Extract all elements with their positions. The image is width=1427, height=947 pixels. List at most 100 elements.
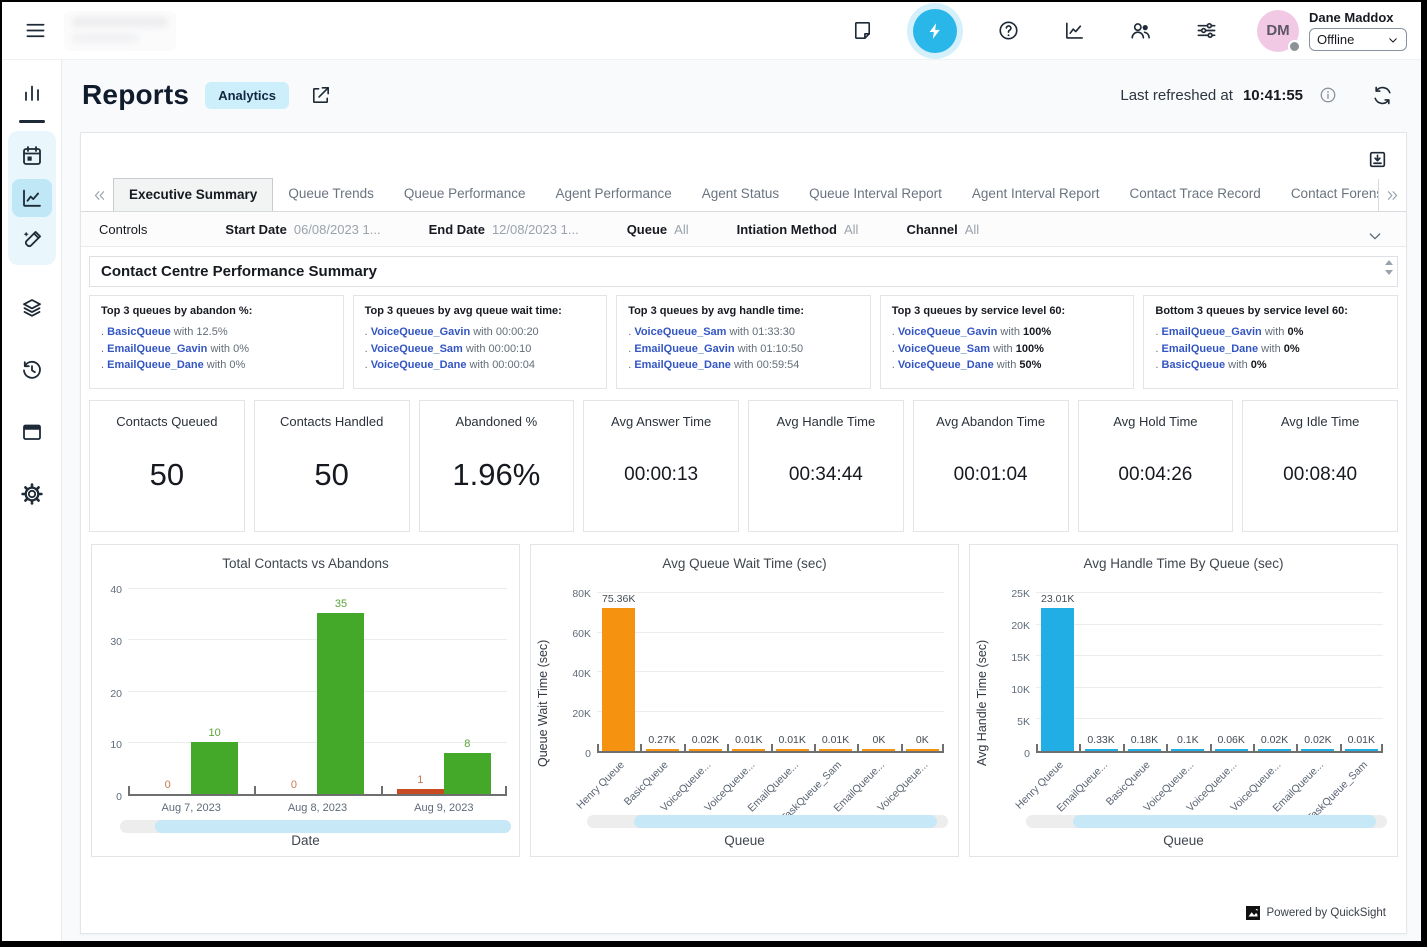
bar[interactable]	[819, 749, 852, 751]
queue-link[interactable]: VoiceQueue_Gavin	[371, 326, 470, 338]
tabs-scroll-right-button[interactable]	[1378, 179, 1406, 211]
bar[interactable]	[602, 608, 635, 751]
bar[interactable]	[444, 753, 491, 794]
bar[interactable]	[1215, 749, 1248, 751]
top-bar: DM Dane Maddox Offline	[2, 2, 1421, 60]
bar[interactable]	[397, 789, 444, 794]
control-filter[interactable]: Intiation MethodAll	[737, 222, 859, 237]
control-filter[interactable]: ChannelAll	[906, 222, 979, 237]
tab-agent-interval-report[interactable]: Agent Interval Report	[957, 178, 1115, 211]
chart-scrollbar-thumb[interactable]	[1073, 815, 1376, 828]
queue-link[interactable]: EmailQueue_Dane	[107, 359, 204, 371]
bar[interactable]	[1171, 749, 1204, 751]
queue-link[interactable]: VoiceQueue_Sam	[371, 343, 463, 355]
controls-expand-button[interactable]	[1360, 221, 1390, 251]
chart-scrollbar[interactable]	[587, 815, 948, 828]
chart-scrollbar-thumb[interactable]	[155, 820, 511, 833]
tab-queue-interval-report[interactable]: Queue Interval Report	[794, 178, 957, 211]
bar[interactable]	[906, 749, 939, 751]
filter-label: Channel	[906, 222, 957, 237]
bar[interactable]	[646, 749, 679, 751]
bar-slot: 0.01K	[814, 593, 857, 751]
queue-link[interactable]: EmailQueue_Dane	[634, 359, 731, 371]
bar-value-label: 8	[464, 738, 470, 750]
bar[interactable]	[1345, 749, 1378, 751]
sidebar-item-layers[interactable]	[12, 289, 52, 327]
tab-agent-performance[interactable]: Agent Performance	[540, 178, 686, 211]
menu-icon[interactable]	[20, 16, 50, 46]
bar[interactable]	[1041, 608, 1074, 751]
control-filter[interactable]: End Date12/08/2023 1...	[429, 222, 579, 237]
bar[interactable]	[1301, 749, 1334, 751]
tabs-scroll-left-button[interactable]	[85, 179, 113, 211]
sidebar-item-settings[interactable]	[12, 475, 52, 513]
preferences-icon[interactable]	[1191, 16, 1221, 46]
bar[interactable]	[862, 749, 895, 751]
bar[interactable]	[776, 749, 809, 751]
control-filter[interactable]: QueueAll	[627, 222, 689, 237]
bar[interactable]	[1085, 749, 1118, 751]
filter-label: Start Date	[225, 222, 286, 237]
queue-link[interactable]: VoiceQueue_Dane	[371, 359, 467, 371]
queue-link[interactable]: EmailQueue_Gavin	[634, 343, 734, 355]
status-select[interactable]: Offline	[1309, 28, 1407, 51]
metrics-icon[interactable]	[1059, 16, 1089, 46]
queue-link[interactable]: BasicQueue	[1162, 359, 1226, 371]
tab-executive-summary[interactable]: Executive Summary	[113, 178, 273, 211]
tab-queue-trends[interactable]: Queue Trends	[273, 178, 389, 211]
sidebar-item-reports[interactable]	[12, 179, 52, 217]
bar[interactable]	[732, 749, 765, 751]
queue-link[interactable]: BasicQueue	[107, 326, 171, 338]
bar[interactable]	[1128, 749, 1161, 751]
chart-scrollbar[interactable]	[120, 820, 511, 833]
analytics-badge[interactable]: Analytics	[205, 82, 289, 109]
scroll-down-icon[interactable]	[1385, 270, 1393, 275]
bar[interactable]	[689, 749, 722, 751]
user-menu[interactable]: DM Dane Maddox Offline	[1257, 10, 1407, 52]
app-window: DM Dane Maddox Offline	[2, 2, 1421, 941]
kpi-label: Avg Abandon Time	[936, 414, 1045, 429]
kpi-card: Avg Abandon Time00:01:04	[913, 400, 1069, 532]
refresh-button[interactable]	[1367, 80, 1397, 110]
queue-link[interactable]: VoiceQueue_Gavin	[898, 326, 997, 338]
sidebar-item-history[interactable]	[12, 351, 52, 389]
download-icon[interactable]	[1362, 144, 1392, 174]
y-tick-label: 0	[557, 748, 591, 760]
info-icon[interactable]	[1313, 80, 1343, 110]
tab-strip-tabs: Executive SummaryQueue TrendsQueue Perfo…	[113, 178, 1406, 211]
insight-item: . VoiceQueue_Gavin with 100%	[892, 324, 1123, 341]
tab-agent-status[interactable]: Agent Status	[687, 178, 794, 211]
queue-link[interactable]: VoiceQueue_Sam	[634, 326, 726, 338]
window-icon	[20, 420, 44, 444]
sidebar-item-calendar[interactable]	[12, 137, 52, 175]
tab-queue-performance[interactable]: Queue Performance	[389, 178, 541, 211]
queue-link[interactable]: EmailQueue_Dane	[1162, 343, 1259, 355]
sidebar-item-metrics[interactable]	[12, 74, 52, 112]
notes-icon[interactable]	[847, 16, 877, 46]
chart-title: Avg Handle Time By Queue (sec)	[970, 556, 1397, 571]
tab-contact-trace-record[interactable]: Contact Trace Record	[1115, 178, 1276, 211]
bar[interactable]	[317, 613, 364, 794]
queue-link[interactable]: VoiceQueue_Sam	[898, 343, 990, 355]
scroll-up-icon[interactable]	[1385, 260, 1393, 265]
queue-link[interactable]: VoiceQueue_Dane	[898, 359, 994, 371]
insight-item: . VoiceQueue_Sam with 00:00:10	[365, 341, 596, 358]
bar[interactable]	[191, 742, 238, 794]
avatar[interactable]: DM	[1257, 10, 1299, 52]
queue-link[interactable]: EmailQueue_Gavin	[1162, 326, 1262, 338]
bar[interactable]	[1258, 749, 1291, 751]
chart-scrollbar-thumb[interactable]	[634, 815, 937, 828]
help-icon[interactable]	[993, 16, 1023, 46]
bar-slot: 0.02K	[1296, 593, 1339, 751]
double-chevron-right-icon	[1385, 188, 1400, 203]
y-tick-label: 25K	[996, 588, 1030, 600]
open-in-new-tab-button[interactable]	[305, 80, 335, 110]
sidebar-item-windows[interactable]	[12, 413, 52, 451]
chart-scrollbar[interactable]	[1026, 815, 1387, 828]
sidebar-item-customize[interactable]	[12, 221, 52, 259]
summary-scroll-control[interactable]	[1385, 260, 1393, 275]
lightning-button[interactable]	[913, 9, 957, 53]
control-filter[interactable]: Start Date06/08/2023 1...	[225, 222, 380, 237]
contacts-icon[interactable]	[1125, 16, 1155, 46]
queue-link[interactable]: EmailQueue_Gavin	[107, 343, 207, 355]
